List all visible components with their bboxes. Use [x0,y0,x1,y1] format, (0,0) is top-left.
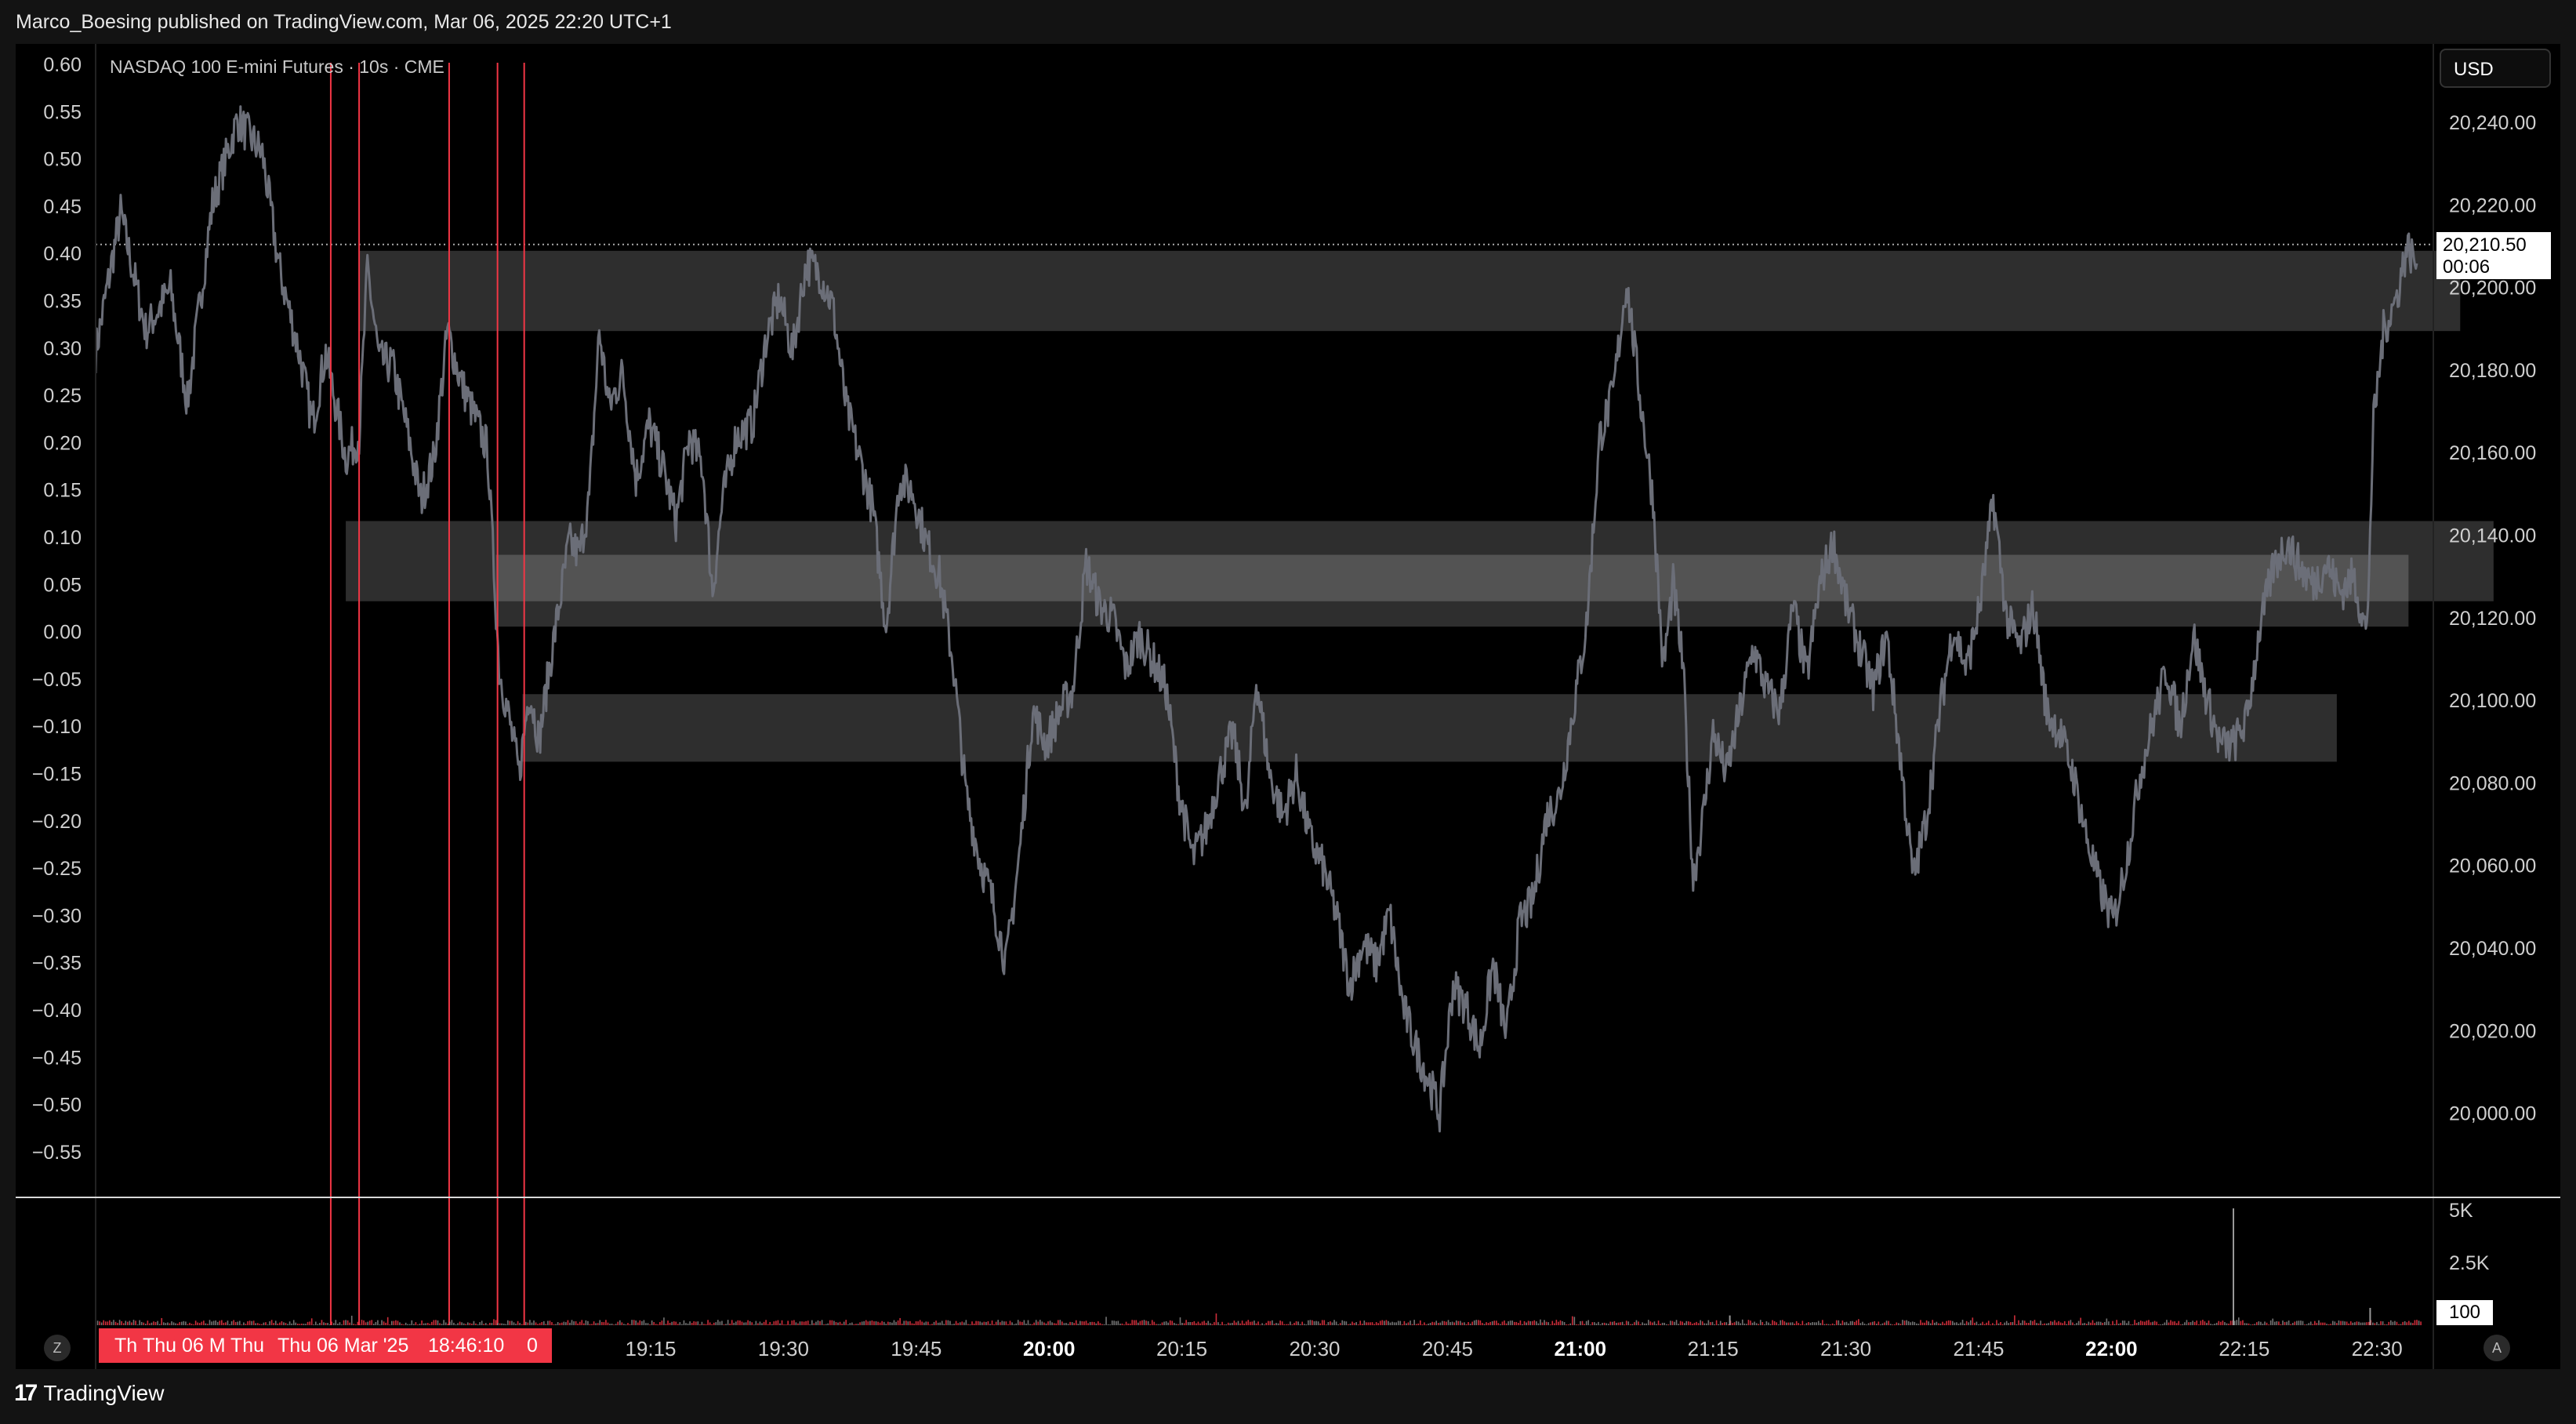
time-axis-label: 22:30 [2352,1337,2403,1360]
left-scale-label: 0.45 [43,196,82,218]
time-axis-label: 22:15 [2219,1337,2269,1360]
price-axis-label: 20,120.00 [2449,608,2536,630]
price-axis-label: 20,080.00 [2449,772,2536,794]
left-scale-label: 0.00 [43,622,82,644]
price-axis-label: 20,100.00 [2449,690,2536,712]
volume-axis-label: 2.5K [2449,1252,2490,1274]
time-selection-range[interactable]: Th Thu 06 M Thu Thu 06 Mar '25 18:46:10 … [99,1328,552,1363]
time-axis-label: 19:30 [758,1337,809,1360]
left-scale-label: −0.05 [32,669,82,691]
time-axis-label: 20:15 [1156,1337,1207,1360]
time-axis-label: 21:15 [1688,1337,1739,1360]
left-scale-label: −0.35 [32,953,82,975]
price-axis-label: 20,200.00 [2449,278,2536,300]
price-axis-label: 20,020.00 [2449,1020,2536,1042]
price-axis-label: 20,240.00 [2449,112,2536,134]
left-scale-label: 0.25 [43,385,82,407]
tradingview-logo-icon: 17 [14,1380,38,1406]
left-scale-label: 0.40 [43,243,82,265]
left-scale-label: 0.20 [43,432,82,454]
price-axis-label: 20,180.00 [2449,360,2536,382]
left-scale-label: −0.20 [32,811,82,833]
price-axis-label: 20,140.00 [2449,525,2536,547]
time-axis-label: 19:15 [625,1337,676,1360]
left-scale-label: 0.30 [43,338,82,360]
timezone-button[interactable]: Z [44,1335,71,1361]
left-scale-label: 0.10 [43,527,82,549]
symbol-legend[interactable]: NASDAQ 100 E-mini Futures · 10s · CME [110,56,444,77]
last-price-tag: 20,210.50 00:06 [2436,232,2551,279]
left-scale-label: 0.05 [43,574,82,596]
price-axis-label: 20,220.00 [2449,194,2536,216]
left-scale-label: −0.55 [32,1142,82,1164]
time-axis-label: 21:00 [1555,1337,1607,1360]
left-scale-label: 0.15 [43,480,82,502]
time-selection-label: Thu 06 Mar '25 [278,1335,409,1357]
time-axis-label: 21:30 [1820,1337,1871,1360]
brand-name: TradingView [43,1381,165,1405]
left-scale-label: 0.50 [43,149,82,171]
time-axis-label: 21:45 [1953,1337,2004,1360]
left-scale-label: −0.30 [32,905,82,927]
left-scale-label: 0.60 [43,54,82,76]
zone-box [359,250,2461,332]
left-scale-label: −0.15 [32,764,82,786]
time-axis-label: 19:45 [891,1337,942,1360]
left-scale-label: −0.40 [32,1000,82,1022]
left-scale-label: −0.50 [32,1095,82,1117]
time-axis-label: 20:00 [1023,1337,1076,1360]
left-scale-label: −0.45 [32,1047,82,1069]
footer-bar [0,1369,2576,1424]
price-axis-label: 20,000.00 [2449,1103,2536,1125]
last-price-value: 20,210.50 [2443,234,2527,256]
time-selection-label: 0 [527,1335,538,1357]
price-axis-label: 20,160.00 [2449,442,2536,464]
currency-button[interactable]: USD [2440,49,2551,88]
left-scale-label: −0.25 [32,858,82,880]
last-volume-tag: 100 [2436,1300,2493,1325]
time-axis-label: 20:30 [1289,1337,1340,1360]
price-axis-label: 20,040.00 [2449,938,2536,960]
left-scale-label: 0.55 [43,101,82,123]
bar-countdown: 00:06 [2443,256,2491,278]
zones-layer [96,243,2494,762]
time-selection-label: Th [114,1335,138,1357]
time-selection-label: Thu 06 M [143,1335,226,1357]
left-scale-label: −0.10 [32,716,82,738]
auto-scale-button[interactable]: A [2483,1335,2510,1361]
volume-axis-label: 5K [2449,1200,2473,1222]
price-chart[interactable]: 0.60 0.55 0.50 0.45 0.40 0.35 0.30 0.25 0.20 0.15… [0,0,2576,1424]
volume-layer [95,1208,2422,1325]
zone-box [495,554,2409,627]
price-axis-label: 20,060.00 [2449,855,2536,877]
time-axis-label: 20:45 [1422,1337,1473,1360]
time-axis-label: 22:00 [2085,1337,2138,1360]
brand[interactable]: 17 TradingView [14,1380,164,1407]
time-selection-label: 18:46:10 [428,1335,505,1357]
time-selection-label: Thu [230,1335,265,1357]
left-scale-label: 0.35 [43,291,82,313]
